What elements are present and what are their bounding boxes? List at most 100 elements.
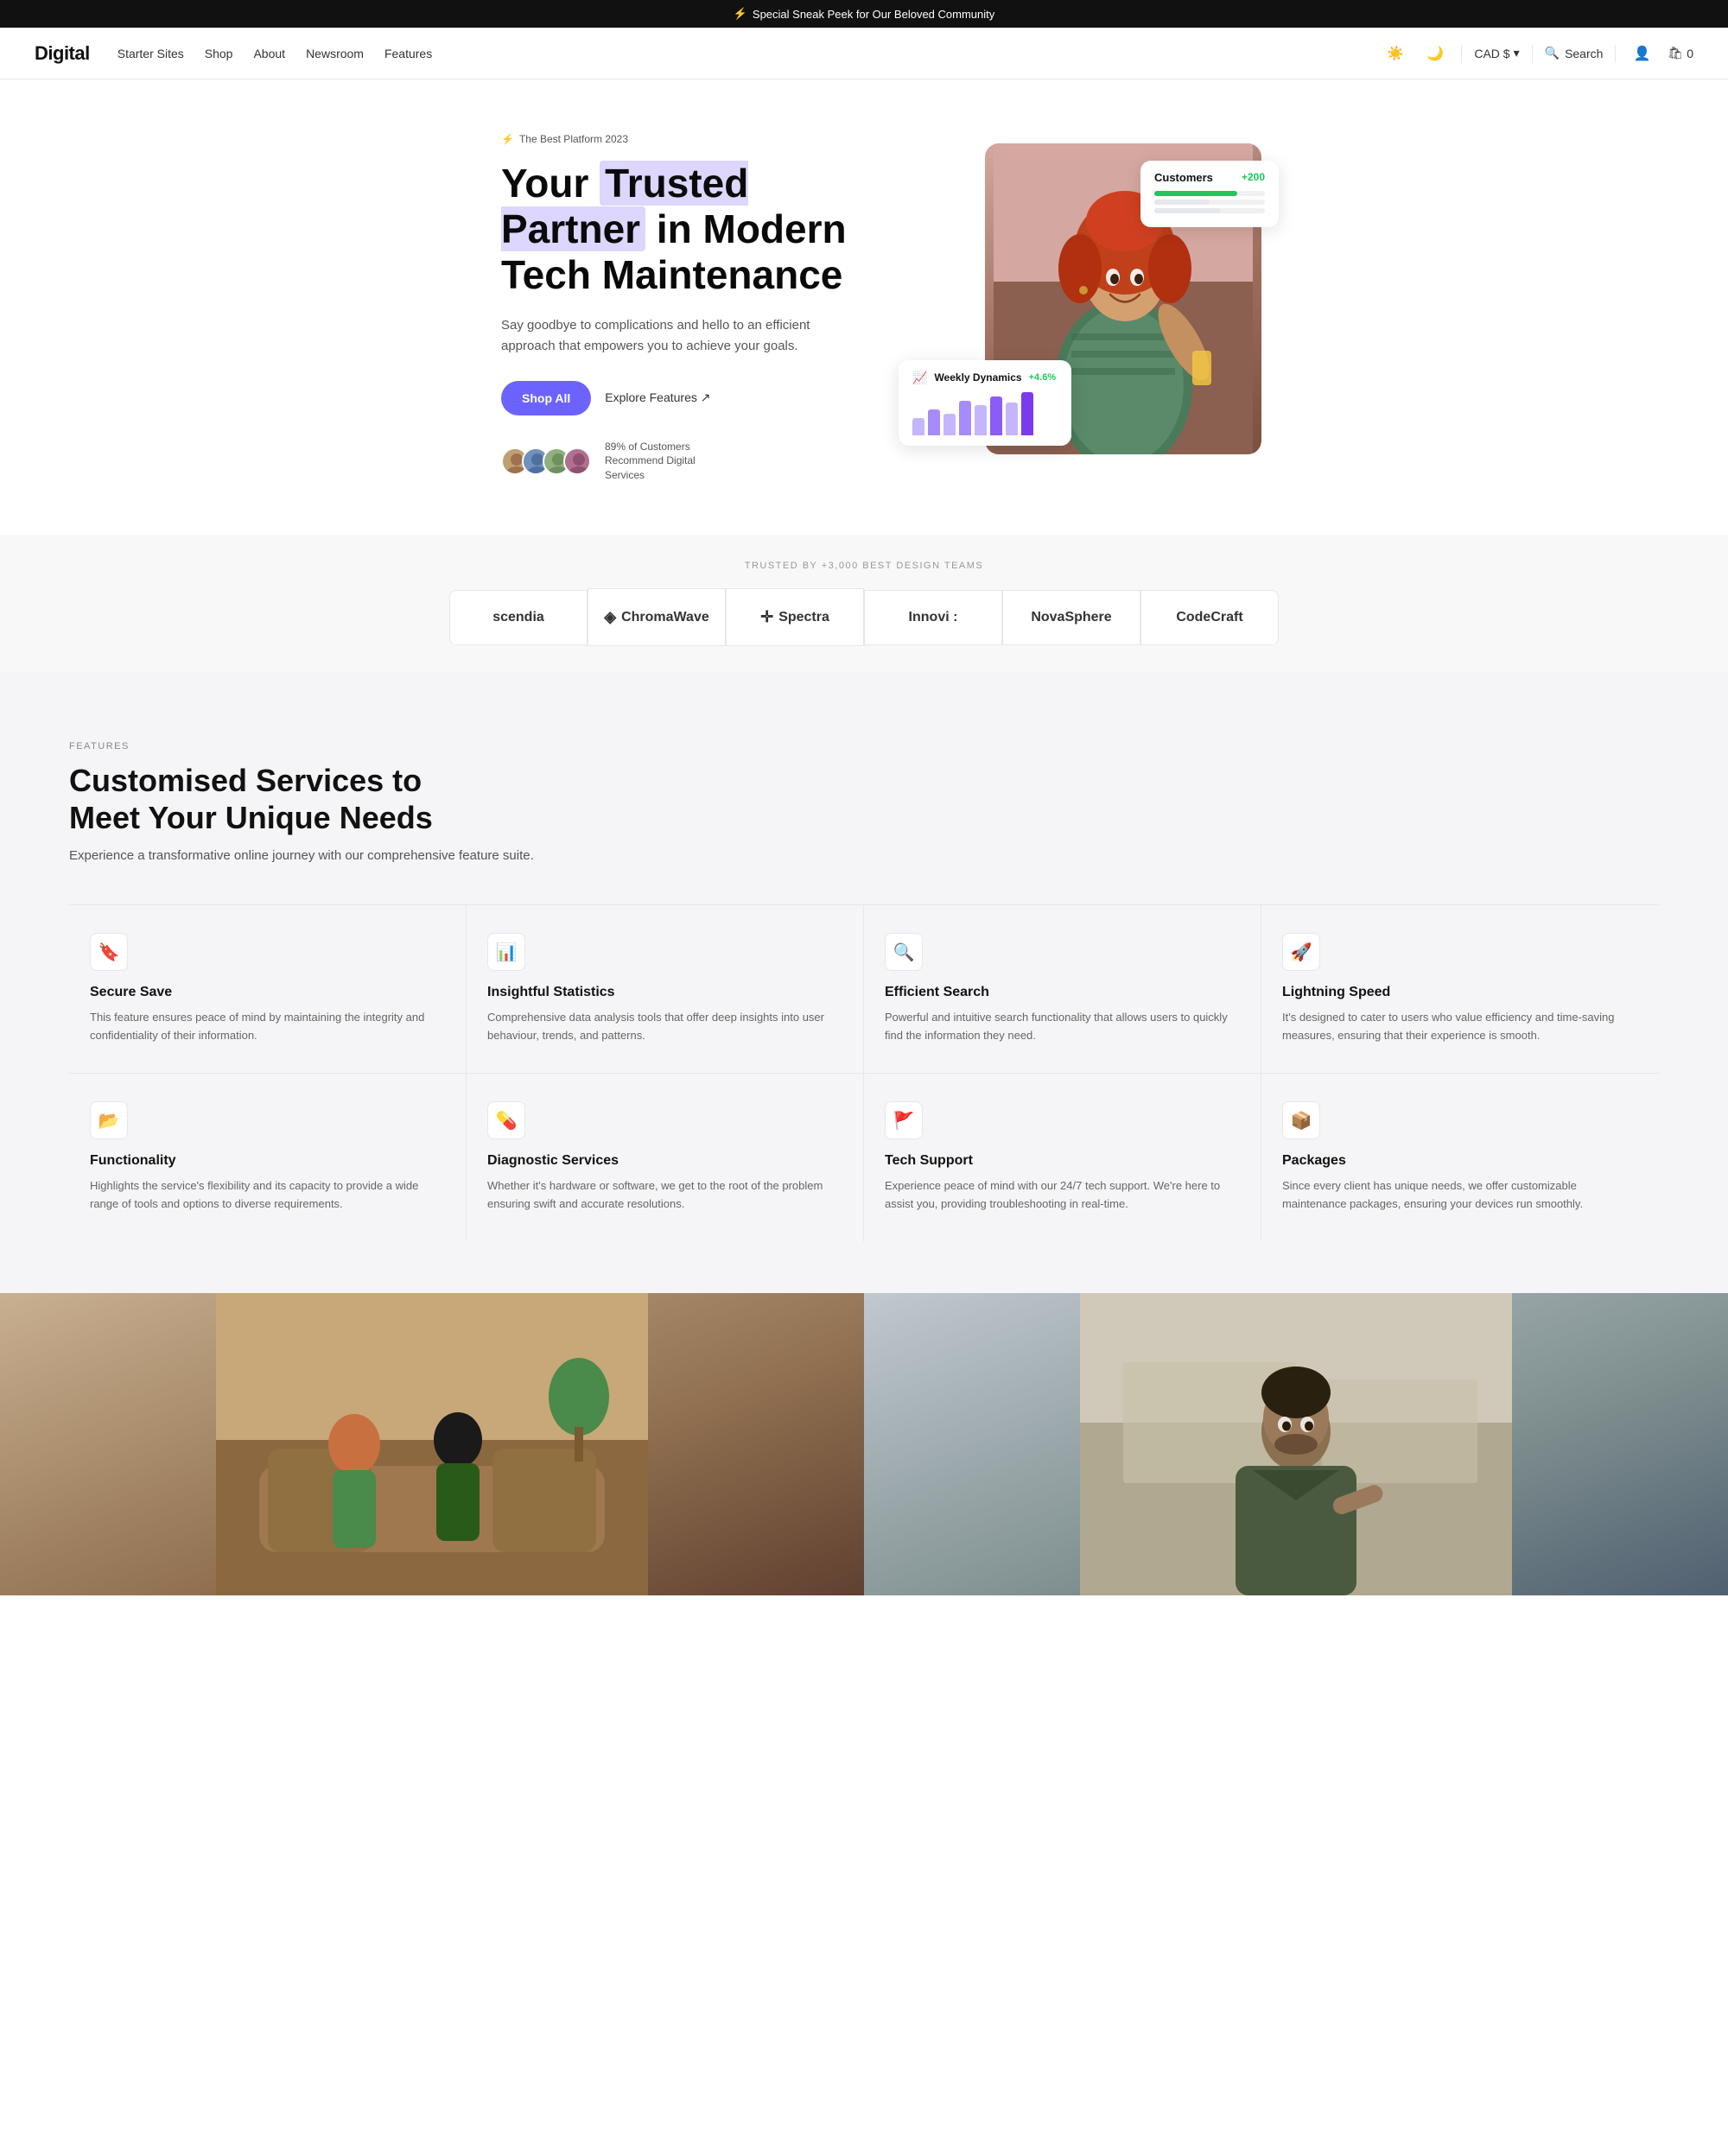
hero-social-text: 89% of Customers Recommend Digital Servi… — [605, 440, 696, 483]
chart-bar-item — [912, 418, 924, 435]
feature-diagnostic-desc: Whether it's hardware or software, we ge… — [487, 1177, 842, 1214]
feature-efficient-search: 🔍 Efficient Search Powerful and intuitiv… — [864, 905, 1261, 1073]
feature-functionality-name: Functionality — [90, 1153, 445, 1169]
customers-stat: +200 — [1242, 171, 1265, 183]
header: Digital Starter Sites Shop About Newsroo… — [0, 28, 1728, 79]
feature-tech-support-name: Tech Support — [885, 1153, 1240, 1169]
chart-bar-item — [990, 396, 1002, 435]
nav-features[interactable]: Features — [384, 47, 432, 60]
feature-secure-save-name: Secure Save — [90, 985, 445, 1000]
weekly-label: Weekly Dynamics — [934, 371, 1021, 384]
hero-social-proof: 89% of Customers Recommend Digital Servi… — [501, 440, 855, 483]
features-grid-row2: 📂 Functionality Highlights the service's… — [69, 1073, 1659, 1241]
spectra-text: Spectra — [778, 610, 829, 625]
features-description: Experience a transformative online journ… — [69, 848, 1659, 863]
search-icon: 🔍 — [1545, 46, 1560, 60]
search-label: Search — [1565, 47, 1603, 60]
efficient-search-icon: 🔍 — [885, 933, 923, 971]
banner-bolt-icon: ⚡ — [734, 7, 747, 21]
trusted-section: TRUSTED BY +3,000 BEST DESIGN TEAMS scen… — [0, 535, 1728, 672]
nav-shop[interactable]: Shop — [205, 47, 233, 60]
logo[interactable]: Digital — [35, 42, 90, 65]
logo-scendia: scendia — [449, 590, 588, 645]
features-section: FEATURES Customised Services to Meet You… — [0, 672, 1728, 1293]
nav-about[interactable]: About — [253, 47, 285, 60]
chart-bar-item — [1021, 392, 1033, 435]
explore-features-link[interactable]: Explore Features ↗ — [605, 390, 710, 405]
chromawave-icon: ◈ — [604, 608, 616, 626]
feature-lightning-speed-desc: It's designed to cater to users who valu… — [1282, 1009, 1638, 1045]
chart-bar-item — [943, 414, 956, 435]
customers-card: Customers +200 — [1140, 161, 1279, 227]
customers-bar-3 — [1154, 208, 1265, 213]
feature-tech-support: 🚩 Tech Support Experience peace of mind … — [864, 1074, 1261, 1241]
feature-insightful-stats: 📊 Insightful Statistics Comprehensive da… — [467, 905, 864, 1073]
logo-innovi: Innovi : — [864, 590, 1002, 645]
feature-packages-name: Packages — [1282, 1153, 1638, 1169]
chart-bar-item — [1006, 403, 1018, 435]
header-actions: ☀️ 🌙 CAD $ ▾ 🔍 Search 👤 🛍 0 — [1382, 40, 1693, 67]
shop-all-button[interactable]: Shop All — [501, 381, 591, 415]
feature-efficient-search-desc: Powerful and intuitive search functional… — [885, 1009, 1240, 1045]
social-line1: 89% of Customers — [605, 440, 696, 454]
codecraft-text: CodeCraft — [1176, 610, 1242, 625]
hero-title-start: Your — [501, 161, 600, 206]
feature-functionality-desc: Highlights the service's flexibility and… — [90, 1177, 445, 1214]
user-icon[interactable]: 👤 — [1628, 40, 1655, 67]
currency-selector[interactable]: CAD $ ▾ — [1474, 46, 1519, 60]
secure-save-icon: 🔖 — [90, 933, 128, 971]
currency-chevron-icon: ▾ — [1514, 46, 1520, 60]
hero-badge-text: The Best Platform 2023 — [519, 133, 628, 145]
features-grid-row1: 🔖 Secure Save This feature ensures peace… — [69, 904, 1659, 1073]
customers-label: Customers — [1154, 171, 1213, 184]
spectra-icon: ✛ — [760, 608, 773, 626]
trend-icon: 📈 — [912, 371, 927, 385]
weekly-card-header: 📈 Weekly Dynamics +4.6% — [912, 371, 1058, 385]
currency-label: CAD $ — [1474, 47, 1509, 60]
packages-icon: 📦 — [1282, 1101, 1320, 1139]
weekly-dynamics-card: 📈 Weekly Dynamics +4.6% — [899, 360, 1071, 446]
lightning-speed-icon: 🚀 — [1282, 933, 1320, 971]
avatar-4 — [563, 447, 591, 475]
chromawave-text: ChromaWave — [621, 610, 709, 625]
functionality-icon: 📂 — [90, 1101, 128, 1139]
hero-right: Customers +200 📈 Weekly Dynamics — [907, 143, 1261, 472]
nav-starter-sites[interactable]: Starter Sites — [118, 47, 184, 60]
innovi-text: Innovi : — [909, 610, 958, 625]
nav-newsroom[interactable]: Newsroom — [306, 47, 364, 60]
feature-insightful-stats-name: Insightful Statistics — [487, 985, 842, 1000]
header-divider — [1461, 45, 1462, 62]
feature-secure-save-desc: This feature ensures peace of mind by ma… — [90, 1009, 445, 1045]
bottom-image-left-placeholder — [0, 1293, 864, 1595]
trusted-logos: scendia ◈ ChromaWave ✛ Spectra Innovi : … — [35, 588, 1693, 646]
feature-lightning-speed-name: Lightning Speed — [1282, 985, 1638, 1000]
customers-bar-fill-2 — [1154, 200, 1210, 205]
hero-left: ⚡ The Best Platform 2023 Your Trusted Pa… — [501, 131, 855, 483]
cart-button[interactable]: 🛍 0 — [1668, 46, 1693, 60]
scendia-text: scendia — [492, 610, 544, 625]
bottom-image-right-placeholder — [864, 1293, 1728, 1595]
feature-lightning-speed: 🚀 Lightning Speed It's designed to cater… — [1261, 905, 1659, 1073]
hero-description: Say goodbye to complications and hello t… — [501, 315, 847, 357]
weekly-stat: +4.6% — [1029, 372, 1057, 383]
customers-bar-fill-1 — [1154, 191, 1237, 196]
dark-mode-icon[interactable]: 🌙 — [1421, 40, 1449, 67]
chart-bar-item — [928, 409, 940, 435]
social-line3: Services — [605, 468, 696, 483]
main-nav: Starter Sites Shop About Newsroom Featur… — [118, 47, 1382, 60]
cart-count: 0 — [1687, 47, 1693, 60]
chart-bar-item — [959, 401, 971, 435]
chart-bar-item — [975, 405, 987, 435]
header-divider-2 — [1532, 45, 1533, 62]
logo-codecraft: CodeCraft — [1140, 590, 1279, 645]
feature-tech-support-desc: Experience peace of mind with our 24/7 t… — [885, 1177, 1240, 1214]
feature-secure-save: 🔖 Secure Save This feature ensures peace… — [69, 905, 467, 1073]
feature-packages-desc: Since every client has unique needs, we … — [1282, 1177, 1638, 1214]
light-mode-icon[interactable]: ☀️ — [1382, 40, 1409, 67]
feature-functionality: 📂 Functionality Highlights the service's… — [69, 1074, 467, 1241]
logo-spectra: ✛ Spectra — [726, 588, 864, 646]
customers-bar-2 — [1154, 200, 1265, 205]
avatar-group — [501, 447, 584, 475]
search-button[interactable]: 🔍 Search — [1545, 46, 1604, 60]
hero-title: Your Trusted Partner in Modern Tech Main… — [501, 161, 855, 298]
